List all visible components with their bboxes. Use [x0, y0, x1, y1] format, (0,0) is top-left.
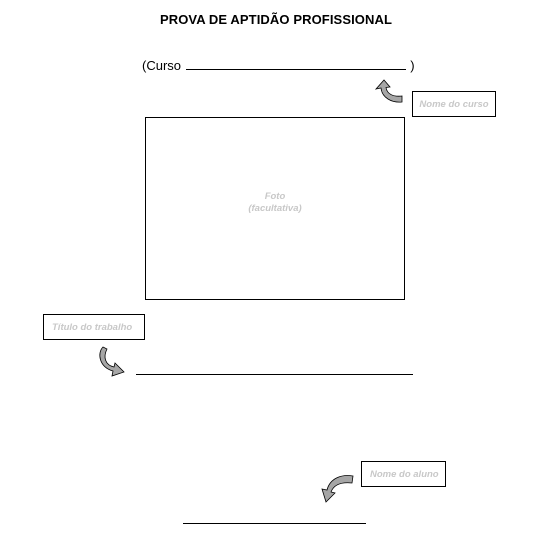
course-suffix: ) [410, 58, 415, 73]
course-field: (Curso ) [142, 57, 415, 73]
callout-work-title: Título do trabalho [43, 314, 145, 340]
callout-course-name: Nome do curso [412, 91, 496, 117]
callout-student-name: Nome do aluno [361, 461, 446, 487]
curved-arrow-icon [321, 475, 354, 503]
photo-label: Foto [264, 190, 286, 202]
curved-arrow-icon [374, 79, 403, 103]
course-blank-line[interactable] [185, 57, 406, 70]
document-title: PROVA DE APTIDÃO PROFISSIONAL [159, 12, 393, 27]
curved-arrow-icon [99, 346, 125, 377]
student-name-line[interactable] [183, 523, 366, 524]
photo-placeholder[interactable]: Foto (facultativa) [145, 117, 405, 300]
photo-optional-label: (facultativa) [248, 202, 302, 214]
course-prefix: (Curso [142, 58, 182, 73]
work-title-line[interactable] [136, 374, 413, 375]
